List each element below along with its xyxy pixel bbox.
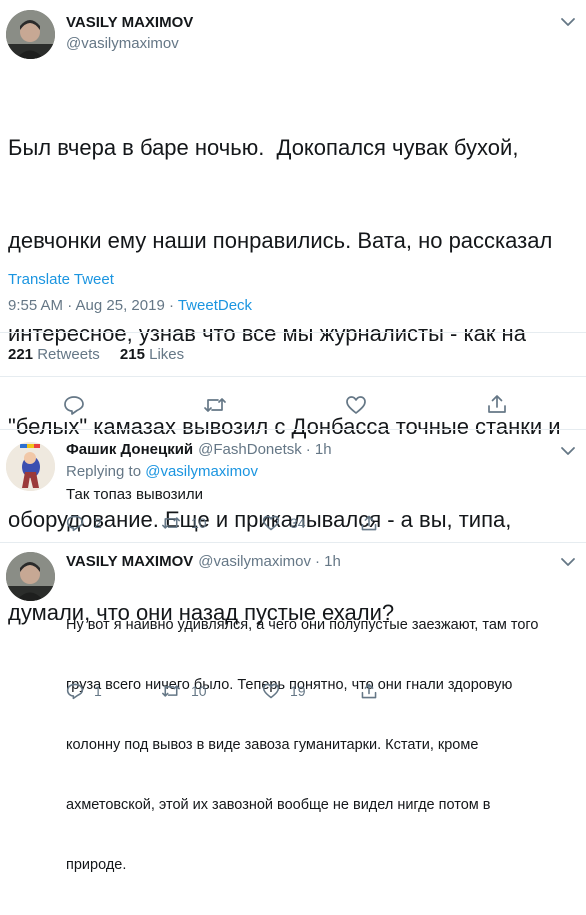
heart-icon: [346, 396, 366, 414]
tweet-line: Был вчера в баре ночью. Докопался чувак …: [8, 135, 519, 160]
reply-icon: [64, 396, 84, 415]
retweets-label: Retweets: [37, 346, 100, 363]
reply-reply-button[interactable]: 2: [66, 514, 102, 532]
reply-text: Так топаз вывозили: [66, 486, 204, 503]
retweet-count: 10: [191, 683, 207, 699]
reply-tweet[interactable]: VASILY MAXIMOV @vasilymaximov · 1h Ну во…: [0, 543, 586, 873]
reply-tweet[interactable]: Фашик Донецкий @FashDonetsk · 1h Replyin…: [0, 430, 586, 540]
retweet-icon: [162, 685, 180, 697]
share-icon: [361, 515, 377, 531]
reply-share-button[interactable]: [360, 682, 378, 700]
heart-icon: [262, 515, 280, 531]
reply-icon: [66, 515, 84, 532]
reply-avatar[interactable]: [6, 442, 55, 491]
reply-share-button[interactable]: [360, 514, 378, 532]
likes-count: 215: [119, 346, 145, 363]
chevron-down-icon[interactable]: [560, 16, 576, 28]
replying-prefix: Replying to: [66, 463, 146, 480]
retweets-count: 221: [8, 346, 34, 363]
tweet-time[interactable]: 9:55 AM · Aug 25, 2019 ·: [8, 297, 178, 314]
retweet-count: 10: [191, 515, 207, 531]
divider: [0, 332, 586, 333]
chevron-down-icon[interactable]: [560, 445, 576, 457]
reply-author-handle[interactable]: @vasilymaximov: [198, 553, 311, 570]
reply-like-button[interactable]: 34: [262, 514, 306, 532]
heart-icon: [262, 683, 280, 699]
reply-button[interactable]: [63, 394, 85, 416]
reply-author-handle[interactable]: @FashDonetsk: [198, 441, 302, 458]
reply-author-name[interactable]: VASILY MAXIMOV: [66, 553, 193, 570]
author-name[interactable]: VASILY MAXIMOV: [66, 14, 193, 31]
share-icon: [488, 395, 506, 413]
reply-like-button[interactable]: 19: [262, 682, 306, 700]
retweet-button[interactable]: [203, 394, 227, 416]
divider: [0, 376, 586, 377]
retweet-icon: [204, 398, 226, 412]
reply-line: колонну под вывоз в виде завоза гуманита…: [66, 737, 479, 753]
tweet-line: девчонки ему наши понравились. Вата, но …: [8, 228, 553, 253]
retweet-icon: [162, 517, 180, 529]
reply-retweet-button[interactable]: 10: [161, 682, 207, 700]
replying-to-link[interactable]: @vasilymaximov: [145, 463, 258, 480]
tweet-meta: 9:55 AM · Aug 25, 2019 · TweetDeck: [8, 297, 252, 314]
reply-line: ахметовской, этой их завозной вообще не …: [66, 797, 491, 813]
reply-count: 2: [94, 515, 102, 531]
retweets-stat[interactable]: 221 Retweets: [8, 346, 100, 363]
reply-retweet-button[interactable]: 10: [161, 514, 207, 532]
reply-line: природе.: [66, 857, 127, 873]
share-button[interactable]: [486, 393, 508, 415]
reply-text: Ну вот я наивно удивлялся, а чего они по…: [66, 575, 538, 915]
engagement-stats: 221 Retweets 215 Likes: [8, 346, 184, 363]
tweet-source[interactable]: TweetDeck: [178, 297, 252, 314]
like-count: 34: [290, 515, 306, 531]
reply-age[interactable]: · 1h: [315, 553, 341, 570]
reply-avatar[interactable]: [6, 552, 55, 601]
replying-to: Replying to @vasilymaximov: [66, 463, 258, 480]
reply-header: Фашик Донецкий @FashDonetsk · 1h: [66, 441, 332, 458]
chevron-down-icon[interactable]: [560, 556, 576, 568]
reply-header: VASILY MAXIMOV @vasilymaximov · 1h: [66, 553, 341, 570]
author-avatar[interactable]: [6, 10, 55, 59]
likes-stat[interactable]: 215 Likes: [120, 346, 184, 363]
like-count: 19: [290, 683, 306, 699]
reply-reply-button[interactable]: 1: [66, 682, 102, 700]
translate-tweet-link[interactable]: Translate Tweet: [8, 271, 114, 288]
reply-count: 1: [94, 683, 102, 699]
share-icon: [361, 683, 377, 699]
tweet-line: интересное, узнав что все мы журналисты …: [8, 321, 526, 346]
reply-icon: [66, 683, 84, 700]
reply-age[interactable]: · 1h: [306, 441, 332, 458]
likes-label: Likes: [149, 346, 185, 363]
reply-line: Ну вот я наивно удивлялся, а чего они по…: [66, 617, 539, 633]
reply-author-name[interactable]: Фашик Донецкий: [66, 441, 193, 458]
author-handle[interactable]: @vasilymaximov: [66, 35, 179, 52]
like-button[interactable]: [345, 394, 367, 416]
